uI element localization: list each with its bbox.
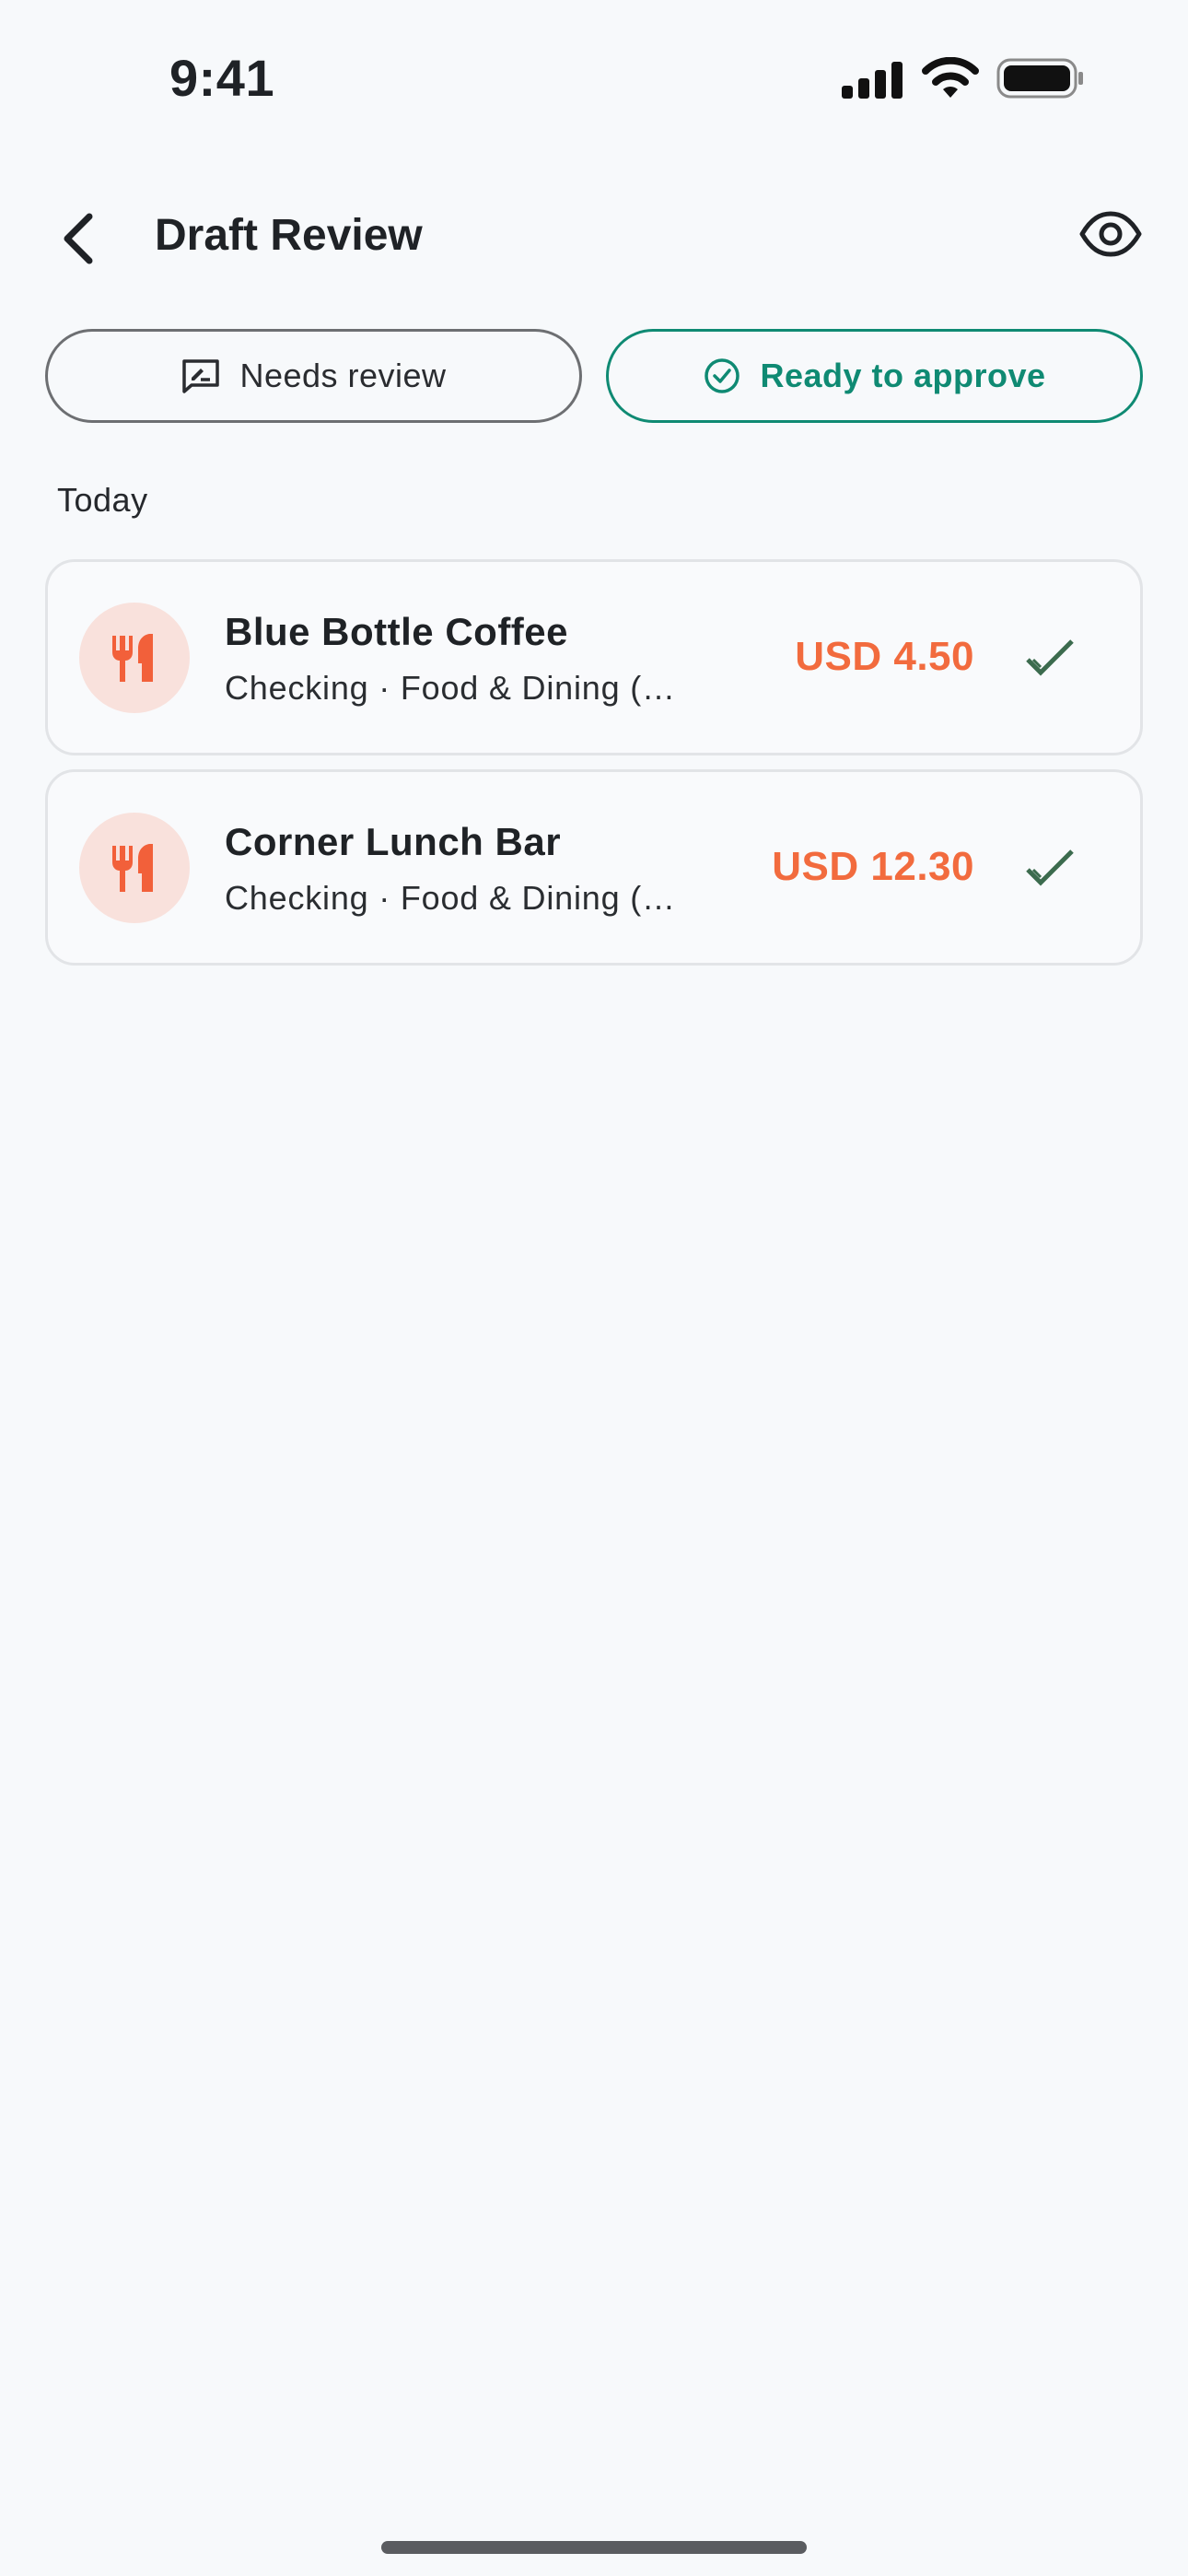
back-button[interactable] — [48, 208, 109, 269]
transaction-card[interactable]: Corner Lunch Bar Checking · Food & Dinin… — [45, 769, 1143, 966]
eye-icon — [1079, 211, 1142, 257]
ready-to-approve-label: Ready to approve — [760, 357, 1046, 394]
section-header-today: Today — [57, 481, 148, 519]
category-icon-badge — [79, 603, 190, 713]
ready-to-approve-filter-button[interactable]: Ready to approve — [606, 329, 1143, 423]
header-bar: Draft Review — [0, 184, 1188, 286]
approve-check-icon[interactable] — [1024, 636, 1076, 680]
home-indicator — [381, 2541, 807, 2554]
transaction-amount: USD 4.50 — [795, 634, 974, 679]
transaction-details: Checking · Food & Dining (… — [225, 879, 676, 917]
transaction-amount: USD 12.30 — [772, 844, 974, 889]
battery-icon — [996, 58, 1083, 99]
transaction-card[interactable]: Blue Bottle Coffee Checking · Food & Din… — [45, 559, 1143, 755]
review-message-icon — [182, 359, 220, 393]
needs-review-filter-button[interactable]: Needs review — [45, 329, 582, 423]
fork-knife-icon — [112, 634, 153, 682]
fork-knife-icon — [112, 844, 153, 892]
status-time: 9:41 — [169, 49, 275, 107]
check-circle-icon — [705, 358, 740, 393]
transaction-merchant: Corner Lunch Bar — [225, 820, 562, 863]
needs-review-label: Needs review — [239, 357, 447, 394]
transaction-details: Checking · Food & Dining (… — [225, 669, 676, 707]
wifi-icon — [922, 57, 979, 98]
status-bar: 9:41 — [0, 0, 1188, 147]
approve-check-icon[interactable] — [1024, 846, 1076, 890]
page-title: Draft Review — [155, 211, 423, 260]
preview-button[interactable] — [1076, 206, 1146, 262]
transaction-merchant: Blue Bottle Coffee — [225, 610, 569, 653]
category-icon-badge — [79, 813, 190, 923]
cellular-signal-icon — [842, 62, 903, 99]
chevron-left-icon — [64, 213, 93, 264]
